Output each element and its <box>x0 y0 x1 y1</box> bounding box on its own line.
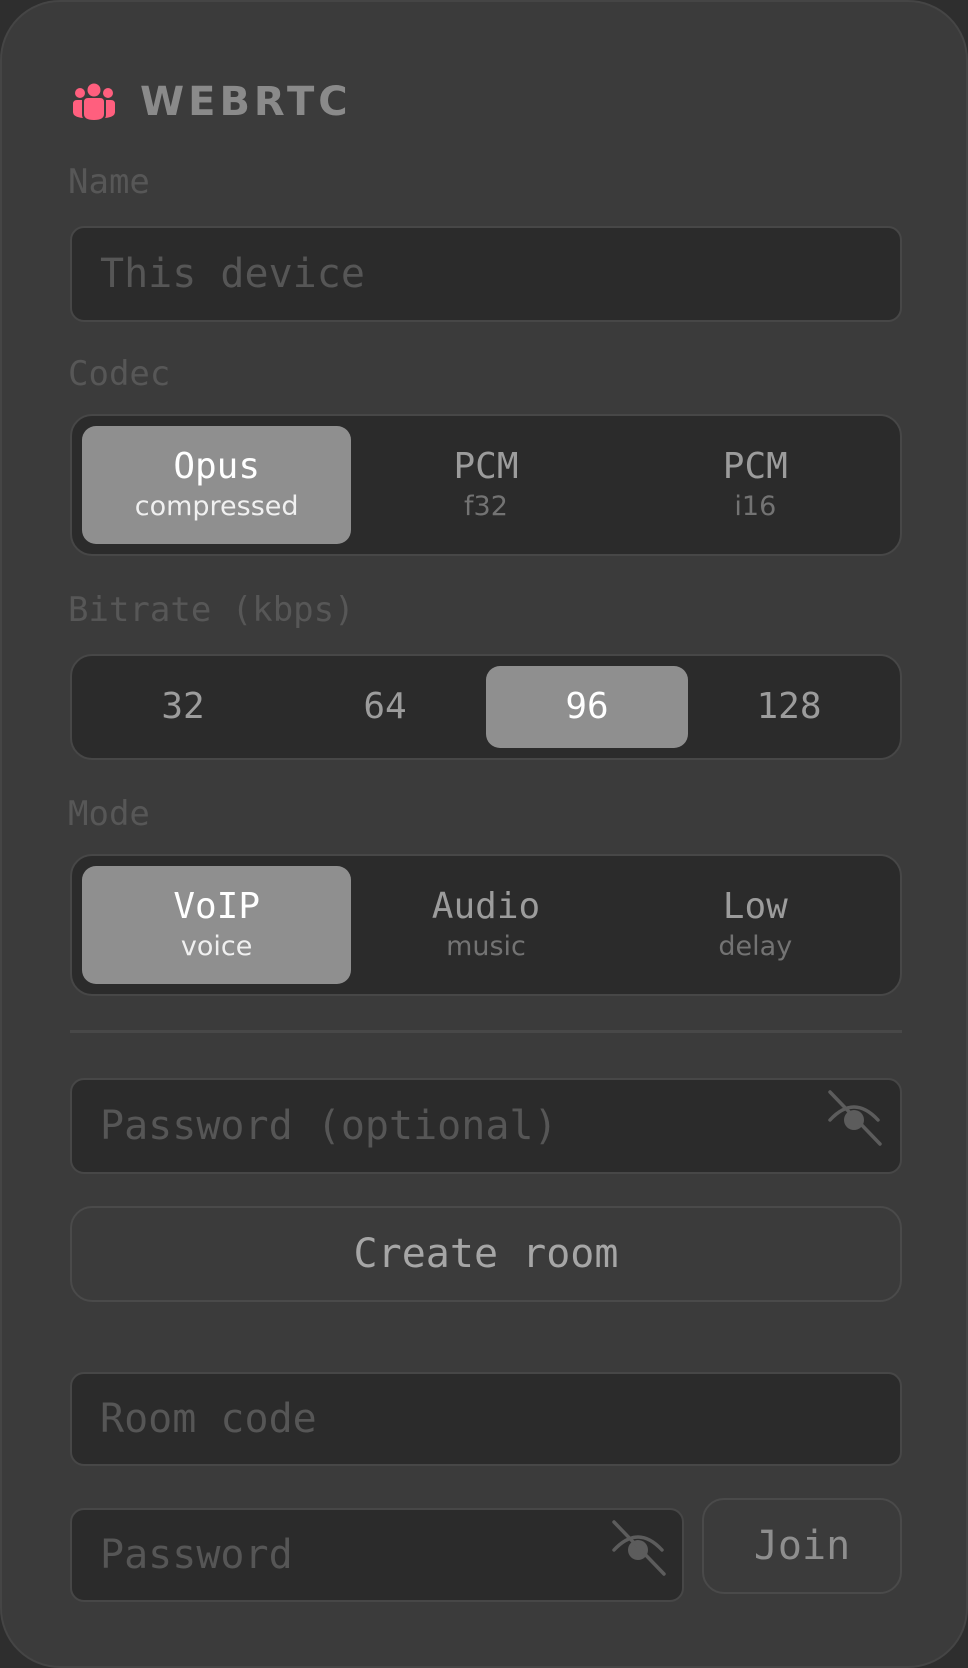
app-header: WEBRTC <box>70 74 352 130</box>
codec-option-sub: i16 <box>734 491 777 523</box>
eye-off-icon[interactable] <box>824 1088 884 1148</box>
bitrate-selector: 32 64 96 128 <box>70 654 902 760</box>
bitrate-option-96[interactable]: 96 <box>486 666 688 748</box>
codec-label: Codec <box>68 354 171 394</box>
name-input[interactable]: This device <box>70 226 902 322</box>
create-room-button-label: Create room <box>353 1231 619 1277</box>
room-code-placeholder: Room code <box>100 1396 317 1442</box>
bitrate-option-value: 128 <box>756 686 822 728</box>
bitrate-option-32[interactable]: 32 <box>82 666 284 748</box>
room-code-input[interactable]: Room code <box>70 1372 902 1466</box>
mode-option-sub: delay <box>718 931 793 963</box>
codec-option-sub: f32 <box>464 491 508 523</box>
mode-option-main: VoIP <box>173 885 261 927</box>
users-group-icon <box>70 78 118 126</box>
bitrate-option-value: 32 <box>161 686 205 728</box>
codec-option-sub: compressed <box>134 491 299 523</box>
bitrate-option-64[interactable]: 64 <box>284 666 486 748</box>
codec-option-opus[interactable]: Opus compressed <box>82 426 352 544</box>
app-title: WEBRTC <box>140 79 352 125</box>
bitrate-option-value: 64 <box>363 686 407 728</box>
create-password-input[interactable]: Password (optional) <box>70 1078 902 1174</box>
name-input-placeholder: This device <box>100 251 365 297</box>
mode-option-voip[interactable]: VoIP voice <box>82 866 352 984</box>
mode-option-sub: music <box>446 931 526 963</box>
webrtc-panel: WEBRTC Name This device Codec Opus compr… <box>0 0 968 1668</box>
codec-option-main: Opus <box>173 445 261 487</box>
bitrate-label: Bitrate (kbps) <box>68 590 355 630</box>
bitrate-option-value: 96 <box>565 686 609 728</box>
mode-option-low-delay[interactable]: Low delay <box>621 866 890 984</box>
join-button-label: Join <box>753 1523 851 1569</box>
create-room-button[interactable]: Create room <box>70 1206 902 1302</box>
mode-option-main: Low <box>722 885 788 927</box>
section-divider <box>70 1030 902 1033</box>
mode-label: Mode <box>68 794 150 834</box>
mode-option-main: Audio <box>431 885 541 927</box>
mode-selector: VoIP voice Audio music Low delay <box>70 854 902 996</box>
join-button[interactable]: Join <box>702 1498 902 1594</box>
codec-option-pcm-i16[interactable]: PCM i16 <box>621 426 890 544</box>
codec-option-main: PCM <box>722 445 788 487</box>
mode-option-audio[interactable]: Audio music <box>351 866 620 984</box>
codec-selector: Opus compressed PCM f32 PCM i16 <box>70 414 902 556</box>
join-password-input[interactable]: Password <box>70 1508 684 1602</box>
create-password-placeholder: Password (optional) <box>100 1103 558 1149</box>
mode-option-sub: voice <box>180 931 253 963</box>
codec-option-pcm-f32[interactable]: PCM f32 <box>351 426 620 544</box>
eye-off-icon[interactable] <box>608 1518 668 1578</box>
bitrate-option-128[interactable]: 128 <box>688 666 890 748</box>
name-label: Name <box>68 162 150 202</box>
codec-option-main: PCM <box>453 445 519 487</box>
join-password-placeholder: Password <box>100 1532 293 1578</box>
